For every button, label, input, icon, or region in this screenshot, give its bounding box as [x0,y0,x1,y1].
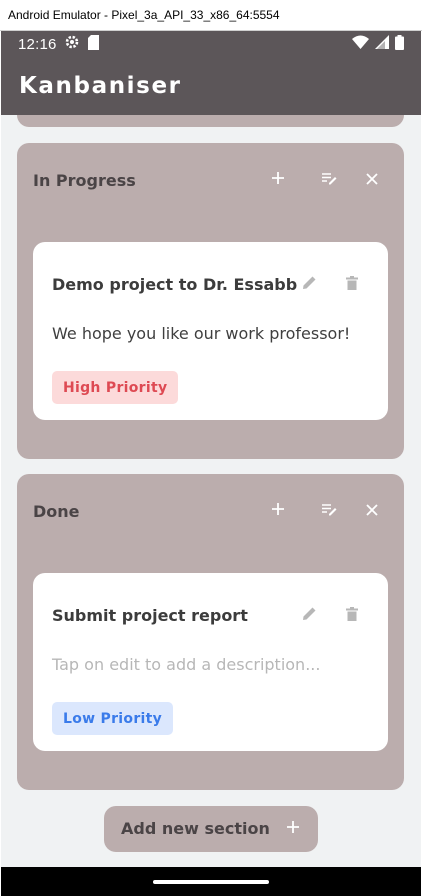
add-card-button[interactable] [265,166,291,192]
trash-icon [346,606,358,625]
pencil-icon [302,606,317,625]
edit-card-button[interactable] [298,604,320,626]
edit-section-button[interactable] [316,497,342,523]
home-gesture-handle[interactable] [153,880,269,884]
trash-icon [346,275,358,294]
settings-gear-icon [64,34,80,54]
card-description-placeholder: Tap on edit to add a description... [52,655,321,674]
window-title-bar: Android Emulator - Pixel_3a_API_33_x86_6… [0,0,422,31]
battery-icon [395,34,404,54]
edit-card-button[interactable] [298,273,320,295]
cell-signal-icon [375,35,389,53]
board-scroll-area[interactable]: In Progress Demo project to Dr. Essabb W… [1,115,421,867]
task-card[interactable]: Submit project report Tap on edit to add… [33,573,388,751]
section-in-progress: In Progress Demo project to Dr. Essabb W… [17,143,404,459]
add-card-button[interactable] [265,497,291,523]
add-new-section-button[interactable]: Add new section [104,806,318,852]
app-bar: Kanbaniser [1,57,421,115]
app-title: Kanbaniser [19,73,182,99]
status-time: 12:16 [18,35,57,53]
section-header: In Progress [17,143,404,215]
device-screen: 12:16 Kanbaniser In Progress Demo projec… [1,31,421,896]
edit-section-button[interactable] [316,166,342,192]
delete-section-button[interactable] [359,497,385,523]
close-icon [366,501,378,520]
add-icon [283,817,303,837]
status-bar: 12:16 [1,31,421,57]
close-icon [366,170,378,189]
pencil-icon [302,275,317,294]
section-header: Done [17,474,404,546]
card-description: We hope you like our work professor! [52,324,351,343]
task-card[interactable]: Demo project to Dr. Essabb We hope you l… [33,242,388,420]
card-title: Demo project to Dr. Essabb [52,275,298,294]
delete-card-button[interactable] [341,604,363,626]
card-title: Submit project report [52,606,248,625]
priority-badge: High Priority [52,371,179,404]
section-title: In Progress [33,171,136,190]
edit-list-icon [321,170,337,189]
delete-section-button[interactable] [359,166,385,192]
delete-card-button[interactable] [341,273,363,295]
system-navigation-bar [1,867,421,896]
sd-card-icon [87,34,100,54]
add-icon [271,170,285,189]
window-title: Android Emulator - Pixel_3a_API_33_x86_6… [8,8,280,22]
section-done: Done Submit project report Tap on edit t… [17,474,404,790]
edit-list-icon [321,501,337,520]
emulator-window: Android Emulator - Pixel_3a_API_33_x86_6… [0,0,422,896]
section-partial-top [17,115,404,127]
wifi-icon [352,35,369,53]
priority-badge: Low Priority [52,702,174,735]
section-title: Done [33,502,80,521]
add-section-label: Add new section [121,819,270,838]
add-icon [271,501,285,520]
